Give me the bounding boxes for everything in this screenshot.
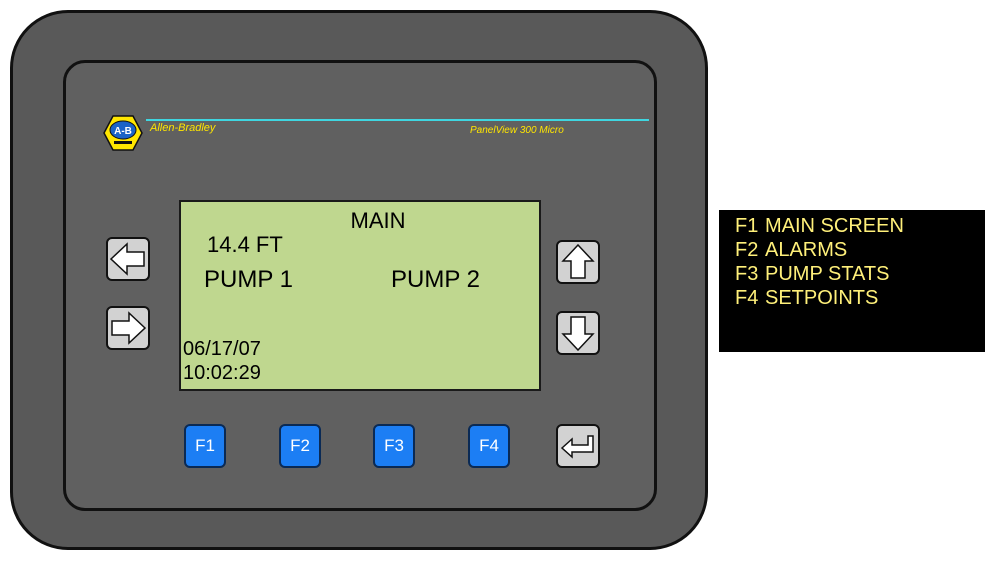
logo-text: A-B xyxy=(114,126,132,137)
f3-button[interactable]: F3 xyxy=(373,424,415,468)
legend-label: PUMP STATS xyxy=(765,263,890,285)
up-arrow-button[interactable] xyxy=(556,240,600,284)
legend-key: F4 xyxy=(735,287,759,309)
legend-key: F2 xyxy=(735,239,759,261)
right-arrow-icon xyxy=(111,311,146,345)
date-readout: 06/17/07 xyxy=(183,338,261,360)
model-name: PanelView 300 Micro xyxy=(470,125,564,136)
down-arrow-icon xyxy=(561,316,595,351)
legend-item-f1: F1 MAIN SCREEN xyxy=(735,214,985,238)
lcd-display: MAIN 14.4 FT PUMP 1 PUMP 2 06/17/07 10:0… xyxy=(179,200,541,391)
pump-2-label: PUMP 2 xyxy=(391,266,480,293)
legend-key: F1 xyxy=(735,215,759,237)
f4-button[interactable]: F4 xyxy=(468,424,510,468)
legend-label: MAIN SCREEN xyxy=(765,215,904,237)
brand-divider xyxy=(146,119,649,121)
function-key-legend: F1 MAIN SCREEN F2 ALARMS F3 PUMP STATS F4 SE… xyxy=(719,210,985,352)
legend-item-f3: F3 PUMP STATS xyxy=(735,262,985,286)
brand-name: Allen-Bradley xyxy=(150,122,216,134)
level-readout: 14.4 FT xyxy=(207,232,283,257)
f1-button[interactable]: F1 xyxy=(184,424,226,468)
legend-item-f4: F4 SETPOINTS xyxy=(735,286,985,310)
enter-button[interactable] xyxy=(556,424,600,468)
legend-key: F3 xyxy=(735,263,759,285)
right-arrow-button[interactable] xyxy=(106,306,150,350)
legend-label: SETPOINTS xyxy=(765,287,879,309)
f2-button[interactable]: F2 xyxy=(279,424,321,468)
legend-item-f2: F2 ALARMS xyxy=(735,238,985,262)
time-readout: 10:02:29 xyxy=(183,362,261,384)
panelview-terminal-screen: A-B Allen-Bradley PanelView 300 Micro MA… xyxy=(0,0,985,567)
left-arrow-button[interactable] xyxy=(106,237,150,281)
down-arrow-button[interactable] xyxy=(556,311,600,355)
enter-icon xyxy=(561,435,594,459)
pump-1-label: PUMP 1 xyxy=(204,266,293,293)
allen-bradley-logo: A-B xyxy=(103,115,143,151)
up-arrow-icon xyxy=(561,244,595,279)
left-arrow-icon xyxy=(110,242,145,276)
legend-label: ALARMS xyxy=(765,239,848,261)
screen-title: MAIN xyxy=(350,208,406,233)
